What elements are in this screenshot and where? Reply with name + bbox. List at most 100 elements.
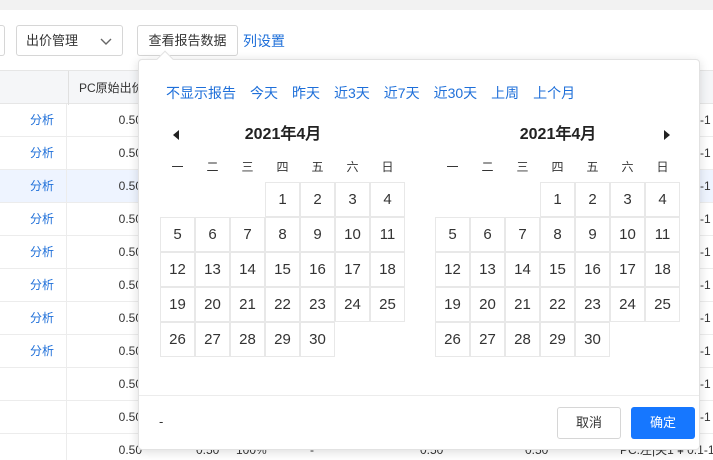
- day-cell[interactable]: 6: [195, 217, 230, 252]
- weekday-label: 六: [346, 160, 359, 174]
- day-cell[interactable]: 28: [230, 322, 265, 357]
- weekday-label: 日: [656, 160, 669, 174]
- day-cell[interactable]: 19: [435, 287, 470, 322]
- day-cell[interactable]: 25: [645, 287, 680, 322]
- weekday-label: 日: [381, 160, 394, 174]
- day-cell[interactable]: 23: [575, 287, 610, 322]
- day-cell[interactable]: 30: [575, 322, 610, 357]
- day-cell[interactable]: 16: [575, 252, 610, 287]
- day-cell[interactable]: 5: [435, 217, 470, 252]
- day-cell[interactable]: 29: [540, 322, 575, 357]
- day-cell[interactable]: 1: [540, 182, 575, 217]
- day-cell[interactable]: 22: [265, 287, 300, 322]
- day-cell[interactable]: 17: [610, 252, 645, 287]
- shortcut-link[interactable]: 昨天: [292, 83, 320, 103]
- confirm-button[interactable]: 确定: [631, 407, 695, 439]
- day-cell[interactable]: 21: [230, 287, 265, 322]
- day-cell[interactable]: 19: [160, 287, 195, 322]
- day-cell[interactable]: 11: [645, 217, 680, 252]
- view-report-data-button[interactable]: 查看报告数据: [137, 25, 238, 56]
- day-cell[interactable]: 6: [470, 217, 505, 252]
- shortcut-link[interactable]: 近30天: [434, 83, 478, 103]
- pc-bid-value: 0.50: [118, 245, 142, 259]
- day-cell[interactable]: 14: [505, 252, 540, 287]
- column-settings-link[interactable]: 列设置: [243, 31, 285, 51]
- shortcut-link[interactable]: 不显示报告: [166, 83, 236, 103]
- day-cell[interactable]: 28: [505, 322, 540, 357]
- day-cell[interactable]: 14: [230, 252, 265, 287]
- day-cell[interactable]: 9: [575, 217, 610, 252]
- analyze-link[interactable]: 分析: [0, 104, 67, 137]
- day-cell[interactable]: 5: [160, 217, 195, 252]
- day-cell[interactable]: 24: [335, 287, 370, 322]
- day-cell[interactable]: 7: [230, 217, 265, 252]
- day-cell[interactable]: 27: [470, 322, 505, 357]
- day-cell[interactable]: 29: [265, 322, 300, 357]
- partial-select[interactable]: [0, 25, 5, 56]
- shortcut-link[interactable]: 今天: [250, 83, 278, 103]
- day-cell[interactable]: 1: [265, 182, 300, 217]
- day-cell[interactable]: 24: [610, 287, 645, 322]
- day-cell[interactable]: 8: [265, 217, 300, 252]
- analyze-link[interactable]: 分析: [0, 170, 67, 203]
- pc-bid-value: 0.50: [118, 311, 142, 325]
- day-cell[interactable]: 27: [195, 322, 230, 357]
- day-cell[interactable]: 9: [300, 217, 335, 252]
- calendar-right: 2021年4月 一二三四五六日 1 2 3 4 5 6 7 8 9 10 11 12 13 14 15 16 1…: [435, 120, 681, 357]
- analyze-link[interactable]: 分析: [0, 302, 67, 335]
- day-cell[interactable]: 12: [160, 252, 195, 287]
- next-month-icon[interactable]: [664, 130, 670, 140]
- analyze-link[interactable]: 分析: [0, 137, 67, 170]
- day-cell[interactable]: 26: [435, 322, 470, 357]
- shortcut-link[interactable]: 上个月: [533, 83, 575, 103]
- day-cell[interactable]: 4: [370, 182, 405, 217]
- day-cell[interactable]: 12: [435, 252, 470, 287]
- day-cell[interactable]: 4: [645, 182, 680, 217]
- day-cell[interactable]: 7: [505, 217, 540, 252]
- shortcut-link[interactable]: 近7天: [384, 83, 420, 103]
- day-cell[interactable]: 15: [540, 252, 575, 287]
- bid-management-select[interactable]: 出价管理: [16, 25, 123, 56]
- day-cell[interactable]: 23: [300, 287, 335, 322]
- day-cell[interactable]: 3: [335, 182, 370, 217]
- shortcut-link[interactable]: 上周: [491, 83, 519, 103]
- day-cell[interactable]: 30: [300, 322, 335, 357]
- day-cell[interactable]: 16: [300, 252, 335, 287]
- calendar-left: 2021年4月 一二三四五六日 1 2 3 4 5 6 7 8 9 10 11 12 13 14 15 16 1…: [160, 120, 406, 357]
- analyze-link: [0, 401, 67, 434]
- day-cell[interactable]: 10: [335, 217, 370, 252]
- pc-bid-value: 0.50: [118, 443, 142, 457]
- day-cell[interactable]: 10: [610, 217, 645, 252]
- day-cell[interactable]: 13: [195, 252, 230, 287]
- weekday-label: 五: [311, 160, 324, 174]
- day-cell[interactable]: 17: [335, 252, 370, 287]
- row-tail-value: -1: [700, 113, 711, 127]
- weekday-label: 二: [481, 160, 494, 174]
- day-cell[interactable]: 11: [370, 217, 405, 252]
- day-cell[interactable]: 3: [610, 182, 645, 217]
- row-tail-value: -1: [700, 212, 711, 226]
- analyze-link[interactable]: 分析: [0, 203, 67, 236]
- cancel-button[interactable]: 取消: [557, 407, 621, 439]
- analyze-link[interactable]: 分析: [0, 269, 67, 302]
- day-cell[interactable]: 20: [470, 287, 505, 322]
- day-cell[interactable]: 21: [505, 287, 540, 322]
- day-cell[interactable]: 22: [540, 287, 575, 322]
- day-cell[interactable]: 13: [470, 252, 505, 287]
- analyze-link[interactable]: 分析: [0, 335, 67, 368]
- day-cell[interactable]: 18: [370, 252, 405, 287]
- calendar-left-title: 2021年4月: [244, 126, 322, 143]
- analyze-link: [0, 434, 67, 460]
- analyze-link[interactable]: 分析: [0, 236, 67, 269]
- day-cell[interactable]: 25: [370, 287, 405, 322]
- shortcut-link[interactable]: 近3天: [334, 83, 370, 103]
- day-cell[interactable]: 2: [300, 182, 335, 217]
- day-cell[interactable]: 8: [540, 217, 575, 252]
- day-cell[interactable]: 20: [195, 287, 230, 322]
- day-cell[interactable]: 2: [575, 182, 610, 217]
- day-cell[interactable]: 15: [265, 252, 300, 287]
- weekday-label: 三: [241, 160, 254, 174]
- weekday-label: 一: [171, 160, 184, 174]
- day-cell[interactable]: 18: [645, 252, 680, 287]
- day-cell[interactable]: 26: [160, 322, 195, 357]
